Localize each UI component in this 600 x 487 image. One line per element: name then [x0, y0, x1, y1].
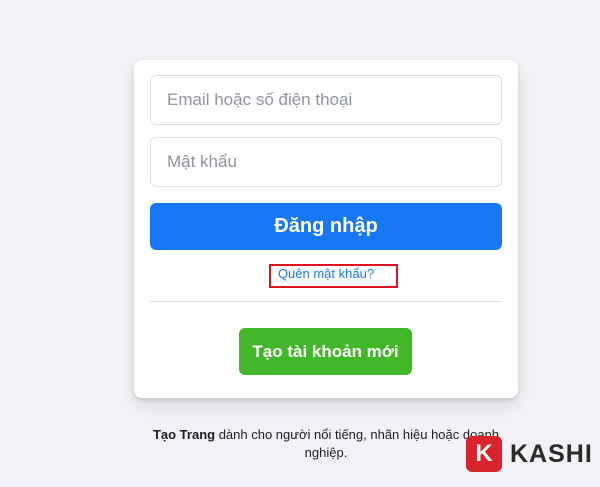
create-page-link[interactable]: Tạo Trang	[153, 427, 215, 442]
kashi-brand-text: KASHI	[510, 439, 593, 468]
email-field[interactable]	[150, 75, 502, 125]
kashi-logo-icon: K	[466, 436, 502, 472]
create-page-note: Tạo Trang dành cho người nổi tiếng, nhãn…	[134, 426, 518, 462]
login-card: Đăng nhập Quên mật khẩu? Tạo tài khoản m…	[134, 60, 518, 398]
divider	[150, 301, 502, 302]
password-field[interactable]	[150, 137, 502, 187]
login-button[interactable]: Đăng nhập	[150, 203, 502, 250]
forgot-password-link[interactable]: Quên mật khẩu?	[134, 266, 518, 281]
create-account-button[interactable]: Tạo tài khoản mới	[239, 328, 412, 375]
create-page-text: dành cho người nổi tiếng, nhãn hiệu hoặc…	[215, 427, 500, 460]
kashi-watermark: K KASHI	[466, 436, 593, 472]
